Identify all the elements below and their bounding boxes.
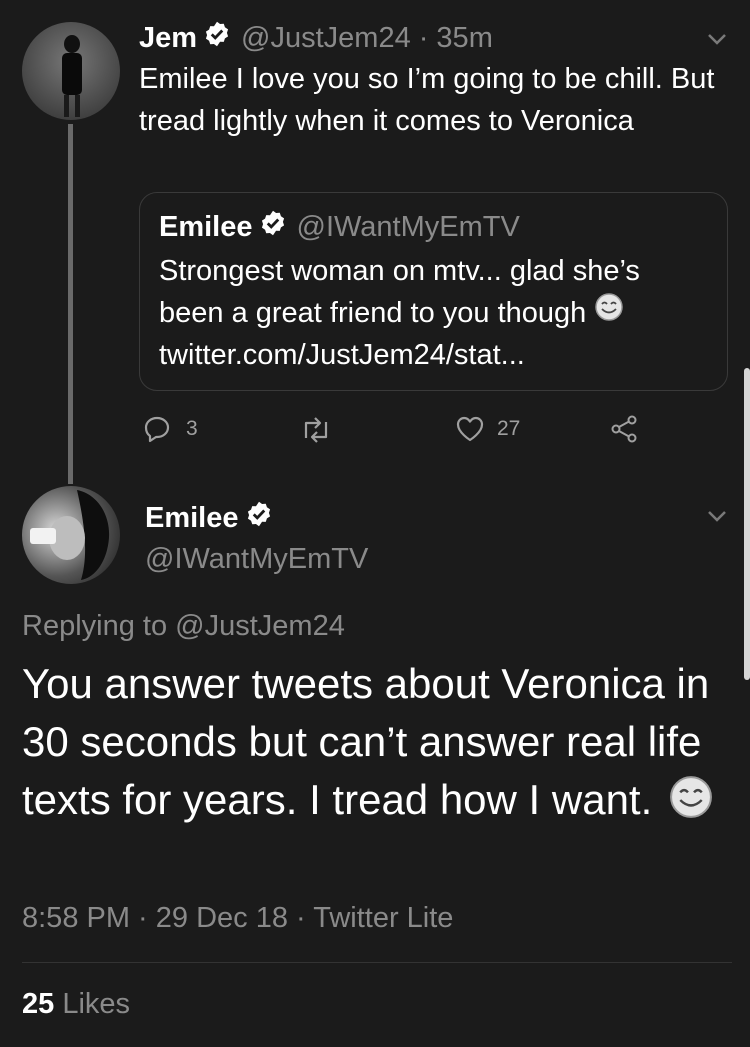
quoted-author-name: Emilee <box>159 210 253 243</box>
tweet-text-block: You answer tweets about Veronica in 30 s… <box>22 655 732 835</box>
scrollbar[interactable] <box>744 368 750 680</box>
tweet-timestamp[interactable]: 8:58 PM · 29 Dec 18 · Twitter Lite <box>22 902 453 935</box>
author-name-text: Emilee <box>145 501 239 534</box>
reply-icon <box>142 414 172 444</box>
replying-to: Replying to @JustJem24 <box>22 610 345 643</box>
reply-count: 3 <box>186 417 198 440</box>
likes-count: 25 <box>22 988 55 1020</box>
author-name[interactable]: Emilee <box>145 498 273 538</box>
avatar-jem-figure <box>62 35 82 117</box>
retweet-icon <box>300 416 332 444</box>
likes-label: Likes <box>62 988 131 1020</box>
tweet-text: You answer tweets about Veronica in 30 s… <box>22 660 710 823</box>
quoted-author-handle: @IWantMyEmTV <box>296 210 520 243</box>
verified-icon <box>203 20 231 56</box>
avatar-emilee[interactable] <box>22 486 120 584</box>
share-action[interactable] <box>610 414 640 444</box>
share-icon <box>610 414 640 444</box>
quoted-tweet-text: Strongest woman on mtv... glad she’s bee… <box>159 250 719 376</box>
replying-to-handle[interactable]: @JustJem24 <box>175 610 345 642</box>
quoted-tweet-card[interactable]: Emilee @IWantMyEmTV Strongest woman on m… <box>139 192 728 391</box>
avatar-jem[interactable] <box>22 22 120 120</box>
divider <box>22 962 732 963</box>
replying-to-label: Replying to <box>22 610 168 642</box>
verified-icon <box>259 209 287 245</box>
quoted-link[interactable]: twitter.com/JustJem24/stat... <box>159 334 719 376</box>
verified-icon <box>245 500 273 536</box>
author-handle[interactable]: @JustJem24 <box>241 22 411 55</box>
chevron-down-icon[interactable] <box>704 505 730 532</box>
tweet-jem-header: Jem @JustJem24 · 35m <box>139 18 493 58</box>
thread-line <box>68 124 73 484</box>
quoted-tweet-header: Emilee @IWantMyEmTV <box>159 207 520 247</box>
like-action[interactable]: 27 <box>455 414 520 444</box>
author-name[interactable]: Jem <box>139 22 197 55</box>
retweet-action[interactable] <box>300 416 332 444</box>
avatar-emilee-figure <box>30 490 110 580</box>
tweet-time[interactable]: · 35m <box>419 22 493 55</box>
like-count: 27 <box>497 417 521 440</box>
reply-action[interactable]: 3 <box>142 414 198 444</box>
smiling-emoji-icon <box>594 292 624 334</box>
chevron-down-icon[interactable] <box>704 28 730 55</box>
tweet-text: Emilee I love you so I’m going to be chi… <box>139 63 715 137</box>
quoted-text-line: been a great friend to you though <box>159 297 587 329</box>
likes-summary[interactable]: 25 Likes <box>22 988 130 1021</box>
quoted-text-line: Strongest woman on mtv... glad she’s <box>159 255 640 287</box>
author-handle[interactable]: @IWantMyEmTV <box>145 543 368 576</box>
smiling-emoji-icon <box>668 774 714 835</box>
like-icon <box>455 414 485 444</box>
